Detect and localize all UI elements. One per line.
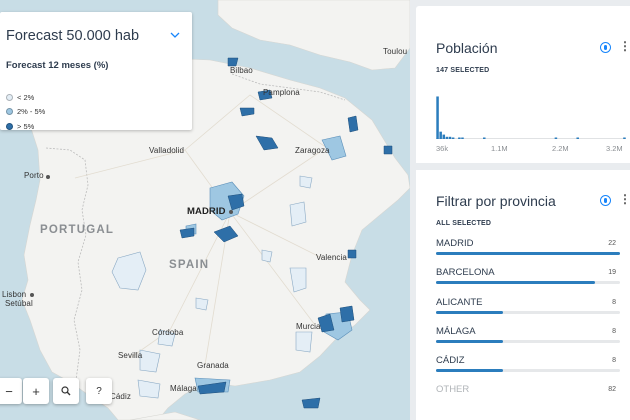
- province-bar-fill: [436, 369, 503, 372]
- city-dot-lisbon: [30, 293, 34, 297]
- province-row-málaga[interactable]: MÁLAGA 8: [436, 326, 622, 354]
- city-label-lisbon: Lisbon: [2, 290, 27, 299]
- province-name: BARCELONA: [436, 267, 495, 278]
- city-label-madrid: MADRID: [187, 206, 226, 217]
- city-label-cadiz: Cádiz: [110, 392, 131, 401]
- city-label-porto: Porto: [24, 171, 44, 180]
- city-label-valladolid: Valladolid: [149, 146, 185, 155]
- more-options-icon[interactable]: ⋮: [619, 193, 630, 205]
- province-bar-track: [436, 311, 620, 314]
- histogram-bar[interactable]: [623, 137, 626, 140]
- zoom-in-button[interactable]: +: [23, 378, 49, 404]
- chevron-down-icon[interactable]: [170, 31, 180, 39]
- country-label-portugal: PORTUGAL: [40, 224, 115, 236]
- histogram-bar[interactable]: [451, 137, 455, 140]
- histogram-bar[interactable]: [554, 137, 558, 140]
- city-label-granada: Granada: [197, 361, 229, 370]
- province-name: OTHER: [436, 384, 470, 395]
- more-options-icon[interactable]: ⋮: [619, 40, 630, 52]
- province-name: ALICANTE: [436, 297, 483, 308]
- legend-item: 2% - 5%: [6, 107, 45, 116]
- city-label-valencia: Valencia: [316, 253, 347, 262]
- city-label-malaga: Málaga: [170, 384, 197, 393]
- histogram-bar[interactable]: [442, 134, 446, 139]
- histogram-bar[interactable]: [461, 137, 464, 140]
- province-filter-widget: Filtrar por provincia ⋮ ALL SELECTED MAD…: [416, 170, 630, 420]
- help-button[interactable]: ?: [86, 378, 112, 404]
- legend-item-label: < 2%: [17, 93, 35, 102]
- legend-item-label: > 5%: [17, 122, 35, 131]
- province-name: CÁDIZ: [436, 355, 465, 366]
- province-bar-track: [436, 252, 620, 255]
- province-name: MADRID: [436, 238, 474, 249]
- legend-swatch-low: [6, 94, 13, 101]
- color-drop-icon[interactable]: [600, 195, 611, 206]
- city-label-bilbao: Bilbao: [230, 66, 253, 75]
- province-count: 8: [612, 357, 616, 364]
- city-label-cordoba: Córdoba: [152, 328, 184, 337]
- city-label-pamplona: Pamplona: [263, 88, 300, 97]
- legend-swatch-mid: [6, 108, 13, 115]
- histogram-bar[interactable]: [458, 137, 461, 140]
- province-bar-track: [436, 340, 620, 343]
- legend-item: < 2%: [6, 93, 34, 102]
- histogram-bar[interactable]: [576, 137, 579, 140]
- city-dot-madrid: [229, 210, 233, 214]
- province-count: 8: [612, 299, 616, 306]
- legend-item: > 5%: [6, 122, 34, 131]
- city-label-setubal: Setúbal: [5, 299, 33, 308]
- legend-item-label: 2% - 5%: [17, 107, 46, 116]
- search-button[interactable]: [53, 378, 79, 404]
- histogram-axis-label: 1.1M: [491, 144, 508, 153]
- city-label-zaragoza: Zaragoza: [295, 146, 330, 155]
- population-widget: Población ⋮ 147 SELECTED 36k 1.1M 2.2M 3…: [416, 6, 630, 163]
- population-histogram[interactable]: [436, 93, 626, 139]
- city-dot-porto: [46, 175, 50, 179]
- province-bar-fill: [436, 252, 620, 255]
- province-row-cádiz[interactable]: CÁDIZ 8: [436, 355, 622, 383]
- legend-swatch-high: [6, 123, 13, 130]
- legend-title: Forecast 50.000 hab: [6, 28, 140, 44]
- legend-subtitle: Forecast 12 meses (%): [6, 60, 109, 71]
- histogram-bar[interactable]: [448, 136, 452, 139]
- histogram-axis-label: 2.2M: [552, 144, 569, 153]
- search-icon: [61, 386, 71, 396]
- histogram-bar[interactable]: [483, 137, 486, 140]
- city-label-sevilla: Sevilla: [118, 351, 143, 360]
- province-bar-track: [436, 281, 620, 284]
- province-bar-fill: [436, 281, 595, 284]
- legend-panel: Forecast 50.000 hab Forecast 12 meses (%…: [0, 12, 192, 131]
- histogram-axis-label: 36k: [436, 144, 449, 153]
- province-row-alicante[interactable]: ALICANTE 8: [436, 297, 622, 325]
- province-name: MÁLAGA: [436, 326, 476, 337]
- color-drop-icon[interactable]: [600, 42, 611, 53]
- city-label-toulouse: Toulou: [383, 47, 408, 56]
- province-row-other[interactable]: OTHER 82: [436, 384, 622, 412]
- population-selected-count: 147 SELECTED: [436, 67, 490, 74]
- city-label-murcia: Murcia: [296, 322, 321, 331]
- province-count: 8: [612, 328, 616, 335]
- histogram-bar[interactable]: [445, 136, 449, 139]
- province-filter-title: Filtrar por provincia: [436, 193, 556, 209]
- province-bar-fill: [436, 340, 503, 343]
- population-title: Población: [436, 40, 498, 56]
- histogram-bar[interactable]: [436, 96, 439, 139]
- province-count: 22: [608, 240, 616, 247]
- province-bar-track: [436, 369, 620, 372]
- zoom-out-button[interactable]: −: [0, 378, 22, 404]
- histogram-axis-label: 3.2M: [606, 144, 623, 153]
- province-count: 82: [608, 386, 616, 393]
- province-selected-status: ALL SELECTED: [436, 220, 492, 227]
- province-row-madrid[interactable]: MADRID 22: [436, 238, 622, 266]
- histogram-bar[interactable]: [439, 131, 442, 139]
- country-label-spain: SPAIN: [169, 259, 210, 271]
- province-row-barcelona[interactable]: BARCELONA 19: [436, 267, 622, 295]
- province-count: 19: [608, 269, 616, 276]
- province-bar-fill: [436, 311, 503, 314]
